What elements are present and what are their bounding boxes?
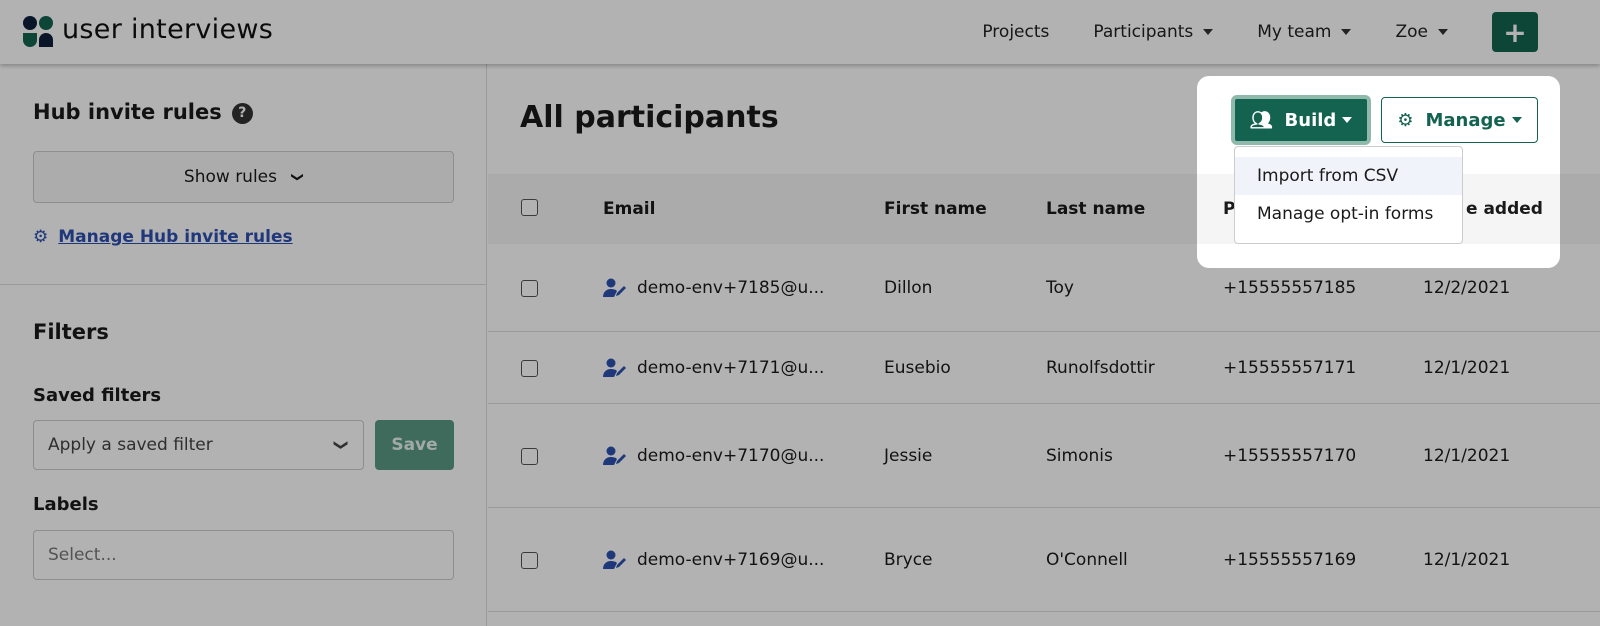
caret-down-icon (1438, 29, 1448, 35)
phone-cell: +15555557169 (1223, 550, 1357, 570)
column-last-name[interactable]: Last name (1046, 199, 1145, 219)
nav-label: Projects (982, 22, 1050, 42)
email-cell[interactable]: demo-env+7185@u... (637, 278, 824, 298)
link-text: Manage Hub invite rules (58, 227, 293, 247)
add-button[interactable]: + (1492, 12, 1538, 52)
user-edit-icon (603, 278, 627, 302)
help-icon[interactable]: ? (231, 102, 253, 124)
filters-heading: Filters (33, 320, 109, 344)
nav-participants[interactable]: Participants (1093, 22, 1214, 42)
phone-cell: +15555557185 (1223, 278, 1357, 298)
show-rules-button[interactable]: Show rules ❯ (33, 151, 454, 203)
divider (0, 284, 487, 285)
gear-icon: ⚙ (33, 227, 49, 247)
sidebar: Hub invite rules? Show rules ❯ ⚙ Manage Hu… (0, 64, 487, 626)
user-edit-icon (603, 446, 627, 470)
phone-cell: +15555557170 (1223, 446, 1357, 466)
first-name-cell: Jessie (884, 446, 933, 466)
first-name-cell: Dillon (884, 278, 933, 298)
build-button[interactable]: 👥︎ Build (1231, 95, 1371, 145)
button-label: Manage (1425, 109, 1506, 131)
menu-item-manage-opt-in-forms[interactable]: Manage opt-in forms (1235, 195, 1462, 233)
row-checkbox[interactable] (521, 552, 538, 569)
last-name-cell: Toy (1046, 278, 1074, 298)
first-name-cell: Eusebio (884, 358, 951, 378)
phone-cell: +15555557171 (1223, 358, 1357, 378)
nav-my-team[interactable]: My team (1257, 22, 1352, 42)
labels-label: Labels (33, 494, 99, 515)
top-nav: user interviews Projects Participants My… (0, 0, 1600, 64)
chevron-down-icon: ❯ (333, 439, 350, 451)
last-name-cell: O'Connell (1046, 550, 1128, 570)
caret-down-icon (1342, 117, 1353, 123)
row-checkbox[interactable] (521, 280, 538, 297)
button-label: Build (1284, 109, 1337, 131)
select-all-checkbox[interactable] (521, 199, 538, 216)
nav-projects[interactable]: Projects (982, 22, 1049, 42)
page-title: All participants (520, 100, 779, 135)
column-email[interactable]: Email (603, 199, 655, 219)
nav-user-menu[interactable]: Zoe (1395, 22, 1448, 42)
email-cell[interactable]: demo-env+7169@u... (637, 550, 824, 570)
brand-name: user interviews (62, 14, 274, 45)
last-name-cell: Simonis (1046, 446, 1113, 466)
manage-hub-invite-rules-link[interactable]: ⚙ Manage Hub invite rules (33, 227, 293, 247)
caret-down-icon (1511, 117, 1522, 123)
date-added-cell: 12/1/2021 (1423, 550, 1511, 570)
caret-down-icon (1203, 29, 1214, 35)
users-icon: 👥︎ (1249, 109, 1273, 131)
gear-icon: ⚙ (1397, 109, 1414, 131)
email-cell[interactable]: demo-env+7171@u... (637, 358, 824, 378)
button-label: Show rules (183, 167, 277, 187)
manage-button[interactable]: ⚙ Manage (1381, 97, 1538, 143)
nav-label: Zoe (1395, 22, 1428, 42)
table-row[interactable]: demo-env+7171@u... Eusebio Runolfsdottir… (488, 332, 1600, 404)
user-edit-icon (603, 550, 627, 574)
build-dropdown-menu: Import from CSV Manage opt-in forms (1234, 146, 1463, 244)
column-first-name[interactable]: First name (884, 199, 987, 219)
user-interviews-logo[interactable] (22, 15, 54, 47)
menu-item-import-csv[interactable]: Import from CSV (1235, 157, 1462, 195)
row-checkbox[interactable] (521, 360, 538, 377)
row-checkbox[interactable] (521, 448, 538, 465)
date-added-cell: 12/1/2021 (1423, 358, 1511, 378)
nav-label: My team (1257, 22, 1332, 42)
save-filter-button[interactable]: Save (375, 420, 454, 470)
user-edit-icon (603, 358, 627, 382)
labels-select[interactable]: Select... (33, 530, 454, 580)
column-date-added[interactable]: e added (1466, 199, 1543, 219)
heading-text: Hub invite rules (33, 100, 222, 124)
table-row[interactable]: demo-env+7170@u... Jessie Simonis +15555… (488, 404, 1600, 508)
nav-label: Participants (1093, 22, 1194, 42)
date-added-cell: 12/1/2021 (1423, 446, 1511, 466)
chevron-down-icon: ❯ (291, 171, 306, 183)
hub-invite-rules-heading: Hub invite rules? (33, 100, 253, 124)
saved-filter-select[interactable]: Apply a saved filter ❯ (33, 420, 364, 470)
last-name-cell: Runolfsdottir (1046, 358, 1155, 378)
select-value: Apply a saved filter (48, 435, 213, 455)
table-row[interactable]: demo-env+7169@u... Bryce O'Connell +1555… (488, 508, 1600, 612)
date-added-cell: 12/2/2021 (1423, 278, 1511, 298)
caret-down-icon (1341, 29, 1352, 35)
first-name-cell: Bryce (884, 550, 933, 570)
email-cell[interactable]: demo-env+7170@u... (637, 446, 824, 466)
saved-filters-label: Saved filters (33, 385, 162, 406)
table-row[interactable]: demo-env+7185@u... Dillon Toy +155555571… (488, 244, 1600, 332)
